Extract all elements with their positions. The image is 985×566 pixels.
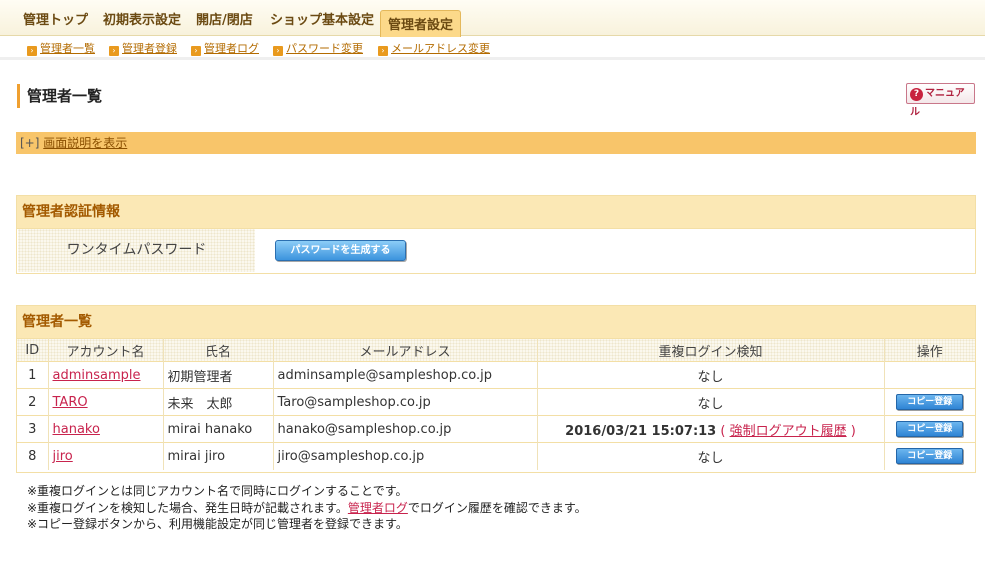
onetime-password-row: ワンタイムパスワード パスワードを生成する	[17, 228, 975, 272]
account-link[interactable]: adminsample	[53, 368, 141, 383]
col-account: アカウント名	[48, 338, 164, 362]
auth-section: 管理者認証情報 ワンタイムパスワード パスワードを生成する	[16, 195, 976, 274]
col-actions: 操作	[884, 338, 975, 362]
question-icon: ?	[910, 88, 923, 101]
row-actions: コピー登録	[884, 388, 975, 416]
col-dup-login: 重複ログイン検知	[537, 338, 885, 362]
note-line-3: ※コピー登録ボタンから、利用機能設定が同じ管理者を登録できます。	[27, 517, 408, 531]
row-name: mirai hanako	[163, 415, 274, 443]
forced-logout-history-link[interactable]: 強制ログアウト履歴	[730, 424, 847, 439]
show-explanation-link[interactable]: 画面説明を表示	[43, 136, 127, 150]
arrow-icon: ›	[273, 46, 283, 56]
subnav-password-change[interactable]: › パスワード変更	[273, 40, 363, 56]
sub-nav: › 管理者一覧 › 管理者登録 › 管理者ログ › パスワード変更 › メールアドレス変更	[0, 36, 985, 60]
row-dup-login: なし	[537, 361, 885, 389]
account-link[interactable]: TARO	[53, 395, 88, 410]
copy-register-button[interactable]: コピー登録	[896, 394, 964, 410]
arrow-icon: ›	[191, 46, 201, 56]
dup-login-time: 2016/03/21 15:07:13	[565, 423, 717, 439]
row-name: 未来 太郎	[163, 388, 274, 416]
row-name: 初期管理者	[163, 361, 274, 389]
expand-marker: [+]	[20, 136, 40, 150]
row-dup-login: なし	[537, 442, 885, 470]
admin-list-section: 管理者一覧 ID アカウント名 氏名 メールアドレス 重複ログイン検知 操作 1…	[16, 305, 976, 473]
row-id: 8	[17, 442, 49, 470]
row-id: 1	[17, 361, 49, 389]
tab-initial-display[interactable]: 初期表示設定	[103, 9, 181, 28]
note-line-2: ※重複ログインを検知した場合、発生日時が記載されます。管理者ログでログイン履歴を…	[27, 500, 587, 515]
col-id: ID	[17, 338, 49, 362]
row-actions: コピー登録	[884, 415, 975, 443]
account-link[interactable]: jiro	[53, 449, 73, 464]
tab-admin-settings[interactable]: 管理者設定	[380, 10, 462, 37]
top-nav: 管理トップ 初期表示設定 開店/閉店 ショップ基本設定 管理者設定	[0, 0, 985, 37]
notes: ※重複ログインとは同じアカウント名で同時にログインすることです。 ※重複ログイン…	[27, 483, 587, 533]
admin-log-link[interactable]: 管理者ログ	[348, 501, 408, 515]
auth-section-title: 管理者認証情報	[17, 196, 975, 228]
row-email: adminsample@sampleshop.co.jp	[273, 361, 538, 389]
generate-password-button[interactable]: パスワードを生成する	[275, 240, 406, 261]
subnav-admin-register[interactable]: › 管理者登録	[109, 40, 177, 56]
row-id: 3	[17, 415, 49, 443]
table-row: 8 jiro mirai jiro jiro@sampleshop.co.jp …	[17, 442, 975, 470]
account-link[interactable]: hanako	[53, 422, 100, 437]
page-title: 管理者一覧	[17, 84, 102, 108]
tab-open-close[interactable]: 開店/閉店	[196, 9, 253, 28]
manual-button[interactable]: ? マニュアル	[906, 83, 975, 118]
row-dup-login: なし	[537, 388, 885, 416]
col-email: メールアドレス	[273, 338, 538, 362]
table-row: 2 TARO 未来 太郎 Taro@sampleshop.co.jp なし コピ…	[17, 388, 975, 416]
table-row: 3 hanako mirai hanako hanako@sampleshop.…	[17, 415, 975, 443]
arrow-icon: ›	[378, 46, 388, 56]
arrow-icon: ›	[109, 46, 119, 56]
row-actions	[884, 361, 975, 389]
row-email: Taro@sampleshop.co.jp	[273, 388, 538, 416]
table-row: 1 adminsample 初期管理者 adminsample@samplesh…	[17, 361, 975, 389]
onetime-password-label: ワンタイムパスワード	[18, 229, 255, 272]
admin-table: ID アカウント名 氏名 メールアドレス 重複ログイン検知 操作 1 admin…	[17, 338, 975, 470]
col-name: 氏名	[163, 338, 274, 362]
row-actions: コピー登録	[884, 442, 975, 470]
row-name: mirai jiro	[163, 442, 274, 470]
row-email: hanako@sampleshop.co.jp	[273, 415, 538, 443]
tab-admin-top[interactable]: 管理トップ	[23, 9, 88, 28]
copy-register-button[interactable]: コピー登録	[896, 448, 964, 465]
arrow-icon: ›	[27, 46, 37, 56]
subnav-admin-log[interactable]: › 管理者ログ	[191, 40, 259, 56]
subnav-email-change[interactable]: › メールアドレス変更	[378, 40, 490, 56]
explanation-bar: [+] 画面説明を表示	[16, 132, 976, 154]
row-dup-login: 2016/03/21 15:07:13 ( 強制ログアウト履歴 )	[537, 415, 885, 443]
note-line-1: ※重複ログインとは同じアカウント名で同時にログインすることです。	[27, 484, 408, 498]
copy-register-button[interactable]: コピー登録	[896, 421, 964, 437]
row-id: 2	[17, 388, 49, 416]
tab-shop-settings[interactable]: ショップ基本設定	[270, 9, 374, 28]
subnav-admin-list[interactable]: › 管理者一覧	[27, 40, 95, 56]
row-email: jiro@sampleshop.co.jp	[273, 442, 538, 470]
admin-list-title: 管理者一覧	[17, 306, 975, 338]
